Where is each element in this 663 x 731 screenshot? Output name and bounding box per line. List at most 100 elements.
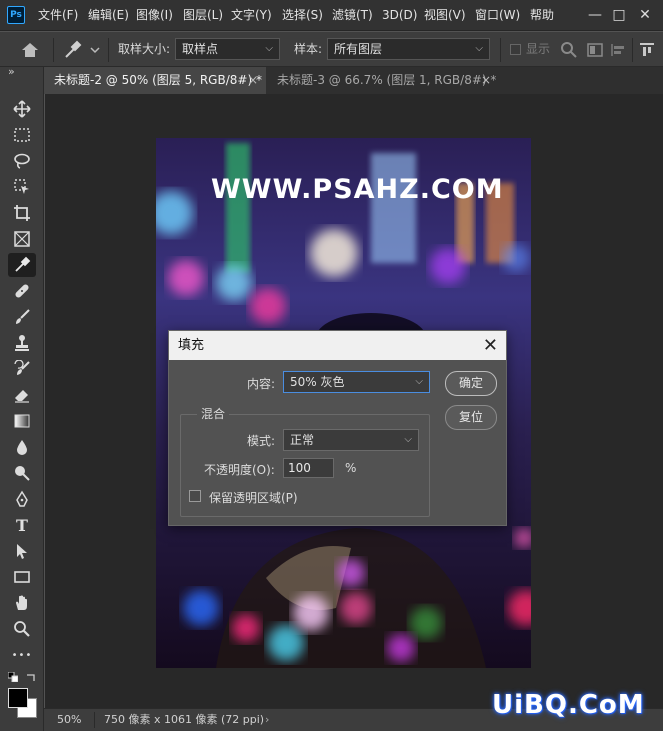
stamp-tool[interactable] xyxy=(8,331,36,355)
dialog-titlebar: 填充 ✕ xyxy=(169,331,506,360)
eyedropper-icon xyxy=(15,256,31,272)
search-icon[interactable] xyxy=(560,41,578,59)
zoom-icon xyxy=(14,621,30,637)
reset-button[interactable]: 复位 xyxy=(445,405,497,430)
opacity-label: 不透明度(O): xyxy=(204,463,275,477)
hand-tool[interactable] xyxy=(8,591,36,615)
close-icon[interactable]: × xyxy=(481,67,491,93)
document-info: 750 像素 x 1061 像素 (72 ppi) xyxy=(104,713,265,726)
site-watermark: UiBQ.CoM xyxy=(492,690,645,720)
move-icon xyxy=(13,100,31,118)
menu-file[interactable]: 文件(F) xyxy=(38,0,78,31)
align-icon[interactable] xyxy=(610,41,628,59)
more-tools[interactable]: ••• xyxy=(8,643,36,667)
object-select-tool[interactable] xyxy=(8,175,36,199)
lasso-tool[interactable] xyxy=(8,149,36,173)
marquee-tool[interactable] xyxy=(8,123,36,147)
path-select-icon xyxy=(17,544,27,559)
default-colors-icon[interactable] xyxy=(7,671,19,683)
toolbar-expand-icon[interactable]: » xyxy=(8,65,15,78)
eraser-tool[interactable] xyxy=(8,383,36,407)
gradient-icon xyxy=(14,414,30,428)
mode-select[interactable]: 正常 ⌵ xyxy=(283,429,419,451)
zoom-tool[interactable] xyxy=(8,617,36,641)
chevron-down-icon: ⌵ xyxy=(475,43,483,54)
blend-group-label: 混合 xyxy=(197,405,230,422)
preserve-transparency-label: 保留透明区域(P) xyxy=(209,491,298,505)
more-icon: ••• xyxy=(11,649,33,661)
distribute-icon[interactable] xyxy=(638,41,656,59)
pen-tool[interactable] xyxy=(8,487,36,511)
path-select-tool[interactable] xyxy=(8,539,36,563)
stamp-icon xyxy=(15,335,29,351)
chevron-down-icon: ⌵ xyxy=(265,43,273,54)
close-window-button[interactable]: ✕ xyxy=(630,0,660,31)
foreground-color-swatch[interactable] xyxy=(8,688,28,708)
type-tool[interactable]: T xyxy=(8,513,36,537)
fill-dialog: 填充 ✕ 内容: 50% 灰色 ⌵ 确定 复位 混合 模式: 正常 ⌵ 不透明度(O… xyxy=(168,330,507,526)
marquee-icon xyxy=(14,128,30,142)
dodge-tool[interactable] xyxy=(8,461,36,485)
menu-layer[interactable]: 图层(L) xyxy=(183,0,223,31)
menu-window[interactable]: 窗口(W) xyxy=(475,0,520,31)
menu-image[interactable]: 图像(I) xyxy=(136,0,173,31)
photoshop-logo: Ps xyxy=(7,6,25,24)
rectangle-tool[interactable] xyxy=(8,565,36,589)
close-icon[interactable]: × xyxy=(248,67,258,93)
dodge-icon xyxy=(15,466,30,481)
sample-select[interactable]: 所有图层 ⌵ xyxy=(327,38,490,60)
home-icon[interactable] xyxy=(20,40,42,60)
menu-3d[interactable]: 3D(D) xyxy=(382,0,417,31)
chevron-down-icon: ⌵ xyxy=(415,376,423,387)
preserve-transparency-checkbox[interactable] xyxy=(189,490,201,502)
healing-tool[interactable] xyxy=(8,279,36,303)
gradient-tool[interactable] xyxy=(8,409,36,433)
menu-filter[interactable]: 滤镜(T) xyxy=(332,0,373,31)
crop-icon xyxy=(14,205,30,221)
healing-icon xyxy=(15,284,29,298)
hand-icon xyxy=(16,595,27,610)
content-label: 内容: xyxy=(247,377,276,391)
menu-help[interactable]: 帮助 xyxy=(530,0,554,31)
rectangle-icon xyxy=(14,571,30,583)
history-brush-icon xyxy=(14,360,30,375)
show-ring-checkbox[interactable] xyxy=(510,44,521,55)
sample-size-label: 取样大小: xyxy=(118,42,171,56)
tab-document-2[interactable]: 未标题-2 @ 50% (图层 5, RGB/8#) * × xyxy=(44,67,266,94)
swap-colors-icon[interactable] xyxy=(26,671,36,681)
blur-tool[interactable] xyxy=(8,435,36,459)
pen-icon xyxy=(16,490,28,507)
menu-bar: Ps 文件(F) 编辑(E) 图像(I) 图层(L) 文字(Y) 选择(S) 滤… xyxy=(0,0,663,31)
move-tool[interactable] xyxy=(8,97,36,121)
history-brush-tool[interactable] xyxy=(8,357,36,381)
menu-edit[interactable]: 编辑(E) xyxy=(88,0,129,31)
lasso-icon xyxy=(14,153,30,169)
mode-label: 模式: xyxy=(247,434,276,448)
sample-size-select[interactable]: 取样点 ⌵ xyxy=(175,38,280,60)
object-select-icon xyxy=(14,179,29,194)
close-icon[interactable]: ✕ xyxy=(483,331,498,360)
eyedropper-tool[interactable] xyxy=(8,253,36,277)
frame-tool[interactable] xyxy=(8,227,36,251)
crop-tool[interactable] xyxy=(8,201,36,225)
zoom-level[interactable]: 50% xyxy=(57,709,81,731)
menu-view[interactable]: 视图(V) xyxy=(424,0,466,31)
status-menu-arrow[interactable]: › xyxy=(265,709,269,731)
eyedropper-preset-icon[interactable] xyxy=(62,40,102,60)
ok-button[interactable]: 确定 xyxy=(445,371,497,396)
dialog-title: 填充 xyxy=(178,338,205,353)
menu-type[interactable]: 文字(Y) xyxy=(231,0,272,31)
opacity-input[interactable]: 100 xyxy=(283,458,334,478)
chevron-down-icon: ⌵ xyxy=(404,434,412,445)
brush-tool[interactable] xyxy=(8,305,36,329)
menu-select[interactable]: 选择(S) xyxy=(282,0,323,31)
tab-document-3[interactable]: 未标题-3 @ 66.7% (图层 1, RGB/8#) * × xyxy=(267,67,499,94)
blur-icon xyxy=(17,440,27,455)
workspace-icon[interactable] xyxy=(586,41,604,59)
content-select[interactable]: 50% 灰色 ⌵ xyxy=(283,371,430,393)
brush-icon xyxy=(16,309,30,324)
frame-icon xyxy=(14,231,30,247)
tools-panel: » T ••• xyxy=(0,65,44,731)
tab-label: 未标题-2 @ 50% (图层 5, RGB/8#) * xyxy=(54,73,262,87)
tab-label: 未标题-3 @ 66.7% (图层 1, RGB/8#) * xyxy=(277,73,497,87)
